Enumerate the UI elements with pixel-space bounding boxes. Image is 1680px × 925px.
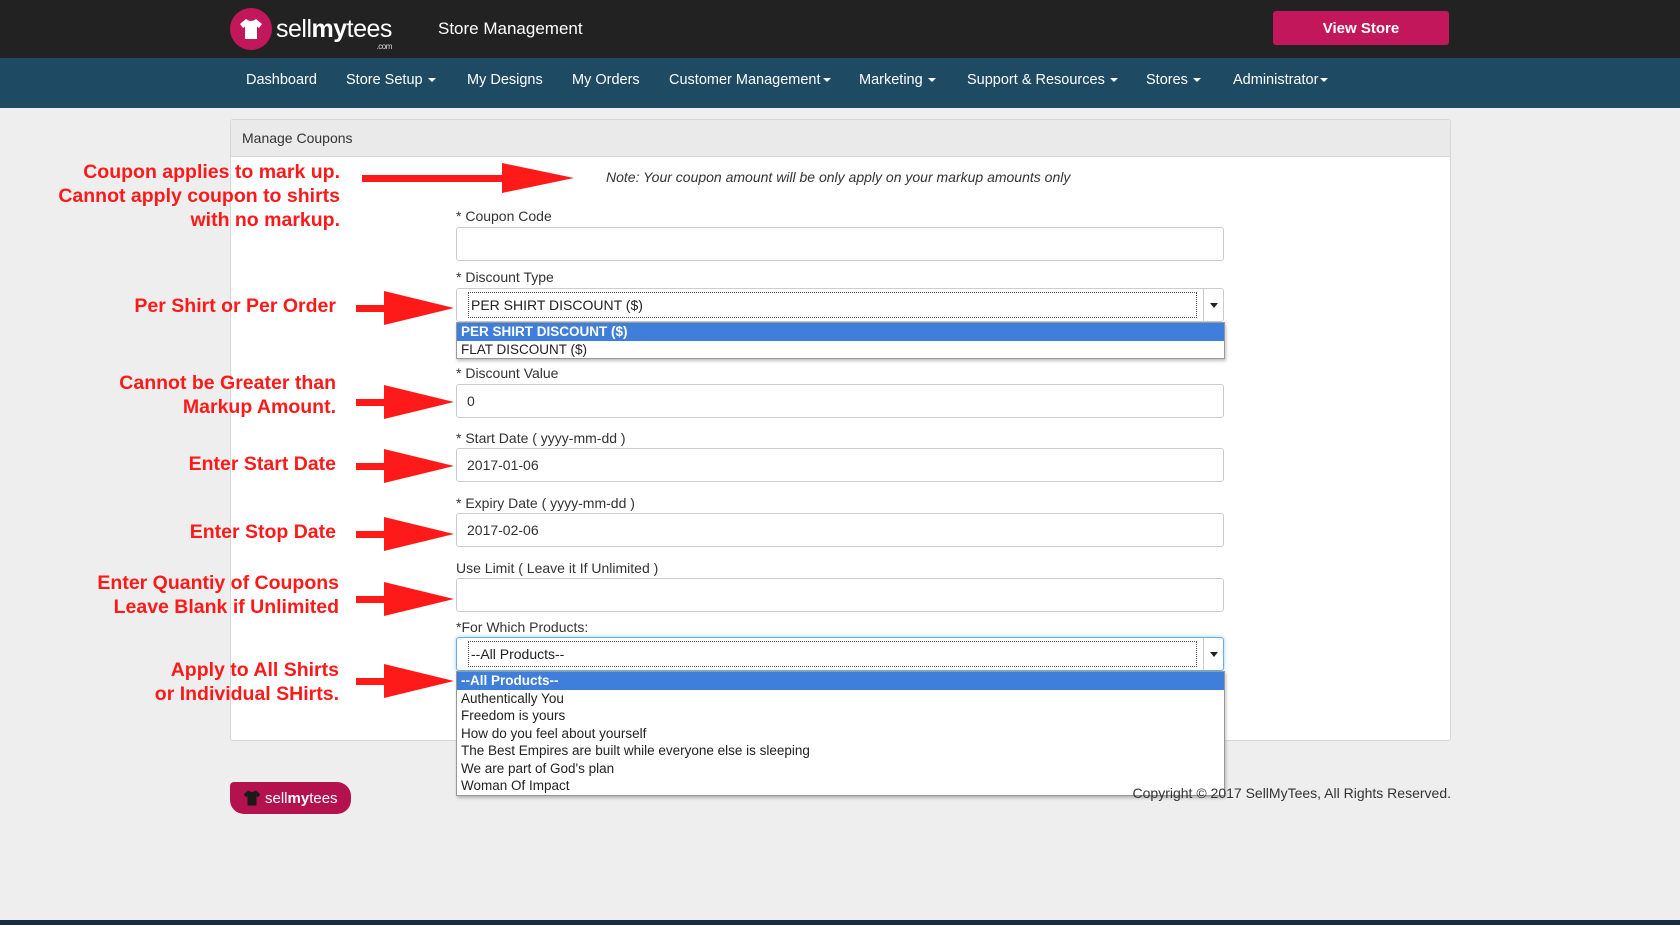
red-arrow-icon [356, 517, 454, 551]
caret-down-icon [1109, 78, 1118, 83]
annotation-value: Cannot be Greater than Markup Amount. [119, 372, 336, 418]
tshirt-icon [230, 8, 272, 50]
nav-stores[interactable]: Stores [1146, 72, 1201, 88]
page-title: Store Management [438, 19, 583, 38]
red-arrow-icon [362, 163, 574, 193]
panel-heading: Manage Coupons [231, 120, 1450, 157]
annotation-stop-date: Enter Stop Date [189, 521, 336, 543]
expiry-date-label: * Expiry Date ( yyyy-mm-dd ) [456, 495, 635, 511]
coupon-code-input[interactable] [456, 227, 1224, 261]
red-arrow-icon [356, 582, 454, 616]
top-bar: sellmytees .com Store Management View St… [0, 0, 1680, 58]
discount-type-selected-value: PER SHIRT DISCOUNT ($) [468, 292, 1197, 318]
main-nav: Dashboard Store Setup My Designs My Orde… [0, 58, 1680, 108]
product-option[interactable]: Authentically You [457, 690, 1224, 708]
nav-store-setup[interactable]: Store Setup [346, 72, 436, 88]
discount-type-options: PER SHIRT DISCOUNT ($) FLAT DISCOUNT ($) [456, 322, 1225, 359]
start-date-label: * Start Date ( yyyy-mm-dd ) [456, 430, 626, 446]
products-selected-value: --All Products-- [468, 641, 1197, 667]
nav-customer-management[interactable]: Customer Management [669, 72, 831, 88]
red-arrow-icon [356, 664, 454, 698]
nav-support-resources[interactable]: Support & Resources [967, 72, 1118, 88]
tshirt-icon [243, 790, 261, 806]
product-option[interactable]: We are part of God's plan [457, 760, 1224, 778]
nav-marketing[interactable]: Marketing [859, 72, 936, 88]
discount-type-option[interactable]: FLAT DISCOUNT ($) [457, 341, 1224, 359]
discount-value-input[interactable] [456, 384, 1224, 418]
dropdown-arrow-icon[interactable] [1203, 638, 1223, 670]
sellmytees-logo[interactable]: sellmytees .com [230, 8, 392, 51]
view-store-button[interactable]: View Store [1273, 11, 1449, 45]
product-option[interactable]: --All Products-- [457, 672, 1224, 690]
caret-down-icon [427, 78, 436, 83]
expiry-date-input[interactable] [456, 513, 1224, 547]
use-limit-input[interactable] [456, 578, 1224, 612]
nav-my-orders[interactable]: My Orders [572, 72, 640, 88]
use-limit-label: Use Limit ( Leave it If Unlimited ) [456, 560, 659, 576]
product-option[interactable]: How do you feel about yourself [457, 725, 1224, 743]
product-option[interactable]: Woman Of Impact [457, 777, 1224, 795]
start-date-input[interactable] [456, 448, 1224, 482]
products-label: *For Which Products: [456, 619, 589, 635]
discount-value-label: * Discount Value [456, 365, 559, 381]
logo-text: sellmytees .com [276, 14, 392, 51]
nav-my-designs[interactable]: My Designs [467, 72, 543, 88]
discount-type-select[interactable]: PER SHIRT DISCOUNT ($) [456, 288, 1224, 322]
coupon-code-label: * Coupon Code [456, 208, 552, 224]
annotation-markup: Coupon applies to mark up. Cannot apply … [58, 161, 340, 231]
caret-down-icon [1192, 78, 1201, 83]
caret-down-icon [822, 78, 831, 83]
annotation-products: Apply to All Shirts or Individual SHirts… [154, 659, 339, 705]
annotation-use-limit: Enter Quantiy of Coupons Leave Blank if … [97, 572, 339, 618]
footer-logo[interactable]: sellmytees [230, 782, 351, 814]
products-select[interactable]: --All Products-- [456, 637, 1224, 671]
bottom-strip [0, 920, 1680, 925]
caret-down-icon [1320, 78, 1329, 83]
dropdown-arrow-icon[interactable] [1203, 289, 1223, 321]
product-option[interactable]: Freedom is yours [457, 707, 1224, 725]
footer-logo-text: sellmytees [265, 789, 338, 807]
discount-type-label: * Discount Type [456, 269, 554, 285]
product-option[interactable]: The Best Empires are built while everyon… [457, 742, 1224, 760]
red-arrow-icon [356, 291, 454, 325]
annotation-type: Per Shirt or Per Order [134, 295, 336, 317]
markup-note: Note: Your coupon amount will be only ap… [606, 169, 1071, 185]
discount-type-option[interactable]: PER SHIRT DISCOUNT ($) [457, 323, 1224, 341]
annotation-start-date: Enter Start Date [188, 453, 336, 475]
copyright-text: Copyright © 2017 SellMyTees, All Rights … [1132, 785, 1451, 801]
nav-administrator[interactable]: Administrator [1233, 72, 1329, 88]
products-options: --All Products-- Authentically You Freed… [456, 671, 1225, 796]
logo-com: .com [376, 41, 393, 51]
red-arrow-icon [356, 385, 454, 419]
red-arrow-icon [356, 449, 454, 483]
nav-dashboard[interactable]: Dashboard [246, 72, 317, 88]
caret-down-icon [927, 78, 936, 83]
